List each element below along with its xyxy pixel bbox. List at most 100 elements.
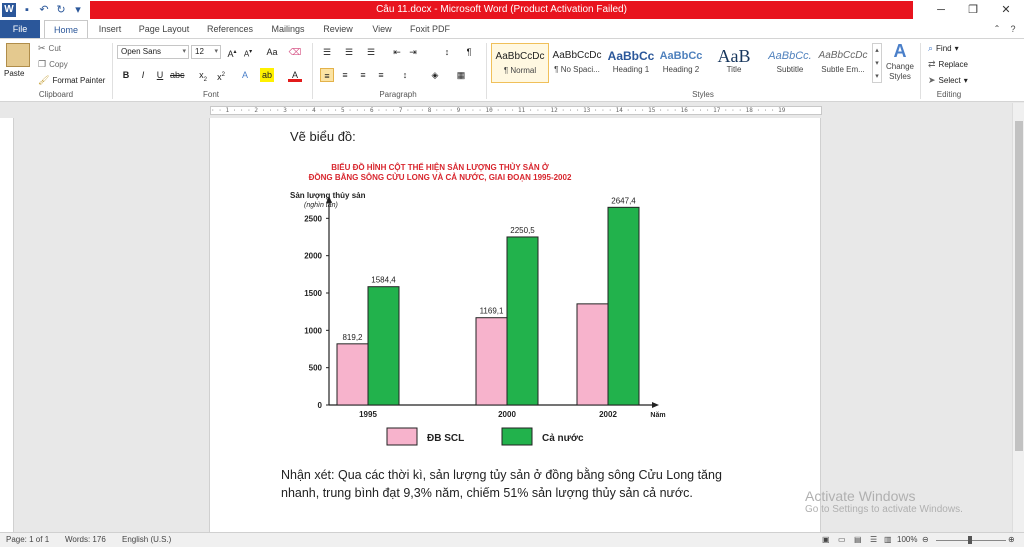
page-count[interactable]: Page: 1 of 1 (6, 533, 49, 547)
clear-formatting-icon[interactable]: ⌫ (288, 45, 302, 59)
tab-foxit-pdf[interactable]: Foxit PDF (405, 20, 455, 38)
window-title: Câu 11.docx - Microsoft Word (Product Ac… (90, 1, 913, 19)
vertical-ruler[interactable] (0, 118, 14, 532)
zoom-out-icon[interactable]: ⊖ (922, 533, 929, 547)
word-count[interactable]: Words: 176 (65, 533, 106, 547)
multilevel-list-icon[interactable]: ☰ (364, 45, 378, 59)
change-case-icon[interactable]: Aa (265, 45, 279, 59)
sort-icon[interactable]: ↕ (440, 45, 454, 59)
font-color-icon[interactable]: A (288, 68, 302, 82)
web-layout-icon[interactable]: ▤ (854, 533, 862, 547)
document-heading: Vẽ biểu đồ: (290, 129, 356, 144)
title-bar: W ▪ ↶ ↻ ▾ Câu 11.docx - Microsoft Word (… (0, 0, 1024, 20)
ribbon-tabs: File Home Insert Page Layout References … (0, 20, 1024, 38)
group-label-editing: Editing (936, 90, 962, 99)
bullets-icon[interactable]: ☰ (320, 45, 334, 59)
style-heading-2[interactable]: AaBbCc Heading 2 (652, 43, 710, 83)
bar (506, 236, 539, 406)
justify-icon[interactable]: ≡ (374, 68, 388, 82)
text-effects-icon[interactable]: A (238, 68, 252, 82)
underline-button[interactable]: U (153, 68, 167, 82)
zoom-level[interactable]: 100% (897, 533, 917, 547)
paste-icon[interactable] (6, 43, 30, 67)
find-button[interactable]: ⌕ Find ▾ (928, 43, 959, 54)
style-no-spacing[interactable]: AaBbCcDc ¶ No Spaci... (548, 43, 606, 83)
show-formatting-icon[interactable]: ¶ (462, 45, 476, 59)
undo-icon[interactable]: ↶ (38, 4, 50, 16)
tab-page-layout[interactable]: Page Layout (134, 20, 194, 38)
styles-scroll[interactable]: ▴ ▾ ▾ (872, 43, 882, 83)
bold-button[interactable]: B (119, 68, 133, 82)
help-icon[interactable]: ? (1006, 20, 1020, 38)
draft-icon[interactable]: ▥ (884, 533, 892, 547)
align-center-icon[interactable]: ≡ (338, 68, 352, 82)
align-right-icon[interactable]: ≡ (356, 68, 370, 82)
quick-access-toolbar: W ▪ ↶ ↻ ▾ (2, 2, 84, 18)
style-subtle-emphasis[interactable]: AaBbCcDc Subtle Em... (814, 43, 872, 83)
style-subtitle[interactable]: AaBbCc. Subtitle (761, 43, 819, 83)
customize-toolbar-icon[interactable]: ▾ (72, 4, 84, 16)
tab-mailings[interactable]: Mailings (265, 20, 311, 38)
strikethrough-button[interactable]: abc (170, 68, 185, 82)
tab-insert[interactable]: Insert (92, 20, 128, 38)
replace-icon: ⇄ (928, 59, 936, 69)
language-indicator[interactable]: English (U.S.) (122, 533, 171, 547)
ribbon: Paste ✂ Cut ❐ Copy 🖌 Format Painter Clipboa… (0, 38, 1024, 102)
full-screen-icon[interactable]: ▭ (838, 533, 846, 547)
shading-icon[interactable]: ◈ (428, 68, 442, 82)
copy-button[interactable]: ❐ Copy (38, 59, 68, 70)
style-title[interactable]: AaB Title (706, 43, 762, 83)
numbering-icon[interactable]: ☰ (342, 45, 356, 59)
increase-indent-icon[interactable]: ⇥ (406, 45, 420, 59)
chevron-down-icon: ▾ (963, 76, 968, 85)
word-logo-icon[interactable]: W (2, 3, 16, 17)
align-left-icon[interactable]: ≡ (320, 68, 334, 82)
scrollbar-thumb[interactable] (1015, 121, 1023, 451)
legend-swatch (386, 427, 418, 446)
horizontal-ruler[interactable]: · · 1 · · · 2 · · · 3 · · · 4 · · · 5 · … (0, 103, 1024, 117)
binoculars-icon: ⌕ (928, 43, 934, 53)
shrink-font-icon[interactable]: A▾ (241, 45, 255, 59)
minimize-ribbon-icon[interactable]: ⌃ (990, 20, 1004, 38)
outline-icon[interactable]: ☰ (870, 533, 877, 547)
change-styles-button[interactable]: A Change Styles (884, 41, 916, 82)
vertical-scrollbar[interactable] (1012, 103, 1024, 532)
select-button[interactable]: ➤ Select ▾ (928, 75, 968, 86)
tab-home[interactable]: Home (44, 20, 88, 38)
superscript-button[interactable]: x2 (214, 68, 228, 82)
document-page[interactable]: Vẽ biểu đồ: BIỂU ĐỒ HÌNH CỘT THỂ HIỆN SẢ… (209, 118, 821, 532)
close-icon[interactable]: ✕ (990, 0, 1022, 20)
bar (475, 317, 508, 406)
font-family-select[interactable]: Open Sans ▾ (117, 45, 189, 59)
line-spacing-icon[interactable]: ↕ (398, 68, 412, 82)
grow-font-icon[interactable]: A▴ (225, 45, 239, 59)
minimize-icon[interactable]: ─ (925, 0, 957, 20)
highlight-color-icon[interactable]: ab (260, 68, 274, 82)
subscript-button[interactable]: x2 (196, 68, 210, 83)
italic-button[interactable]: I (136, 68, 150, 82)
borders-icon[interactable]: ▦ (454, 68, 468, 82)
zoom-in-icon[interactable]: ⊕ (1008, 533, 1015, 547)
decrease-indent-icon[interactable]: ⇤ (390, 45, 404, 59)
tab-view[interactable]: View (366, 20, 398, 38)
paste-button[interactable]: Paste (4, 69, 24, 78)
tab-review[interactable]: Review (318, 20, 358, 38)
save-icon[interactable]: ▪ (21, 4, 33, 16)
replace-button[interactable]: ⇄ Replace (928, 59, 968, 70)
scissors-icon: ✂ (38, 43, 46, 53)
chevron-down-icon: ▾ (954, 44, 959, 53)
restore-icon[interactable]: ❐ (957, 0, 989, 20)
legend-label: Cả nước (542, 433, 584, 444)
font-size-select[interactable]: 12 ▾ (191, 45, 221, 59)
tab-file[interactable]: File (0, 20, 40, 38)
print-layout-icon[interactable]: ▣ (822, 533, 830, 547)
zoom-slider-thumb[interactable] (968, 536, 972, 544)
cut-button[interactable]: ✂ Cut (38, 43, 61, 54)
redo-icon[interactable]: ↻ (55, 4, 67, 16)
format-painter-button[interactable]: 🖌 Format Painter (38, 75, 105, 86)
tab-references[interactable]: References (202, 20, 258, 38)
style-normal[interactable]: AaBbCcDc ¶ Normal (491, 43, 549, 83)
bar (336, 343, 369, 406)
x-axis-arrow (652, 402, 659, 408)
bar-value-label: 1584,4 (371, 276, 396, 285)
